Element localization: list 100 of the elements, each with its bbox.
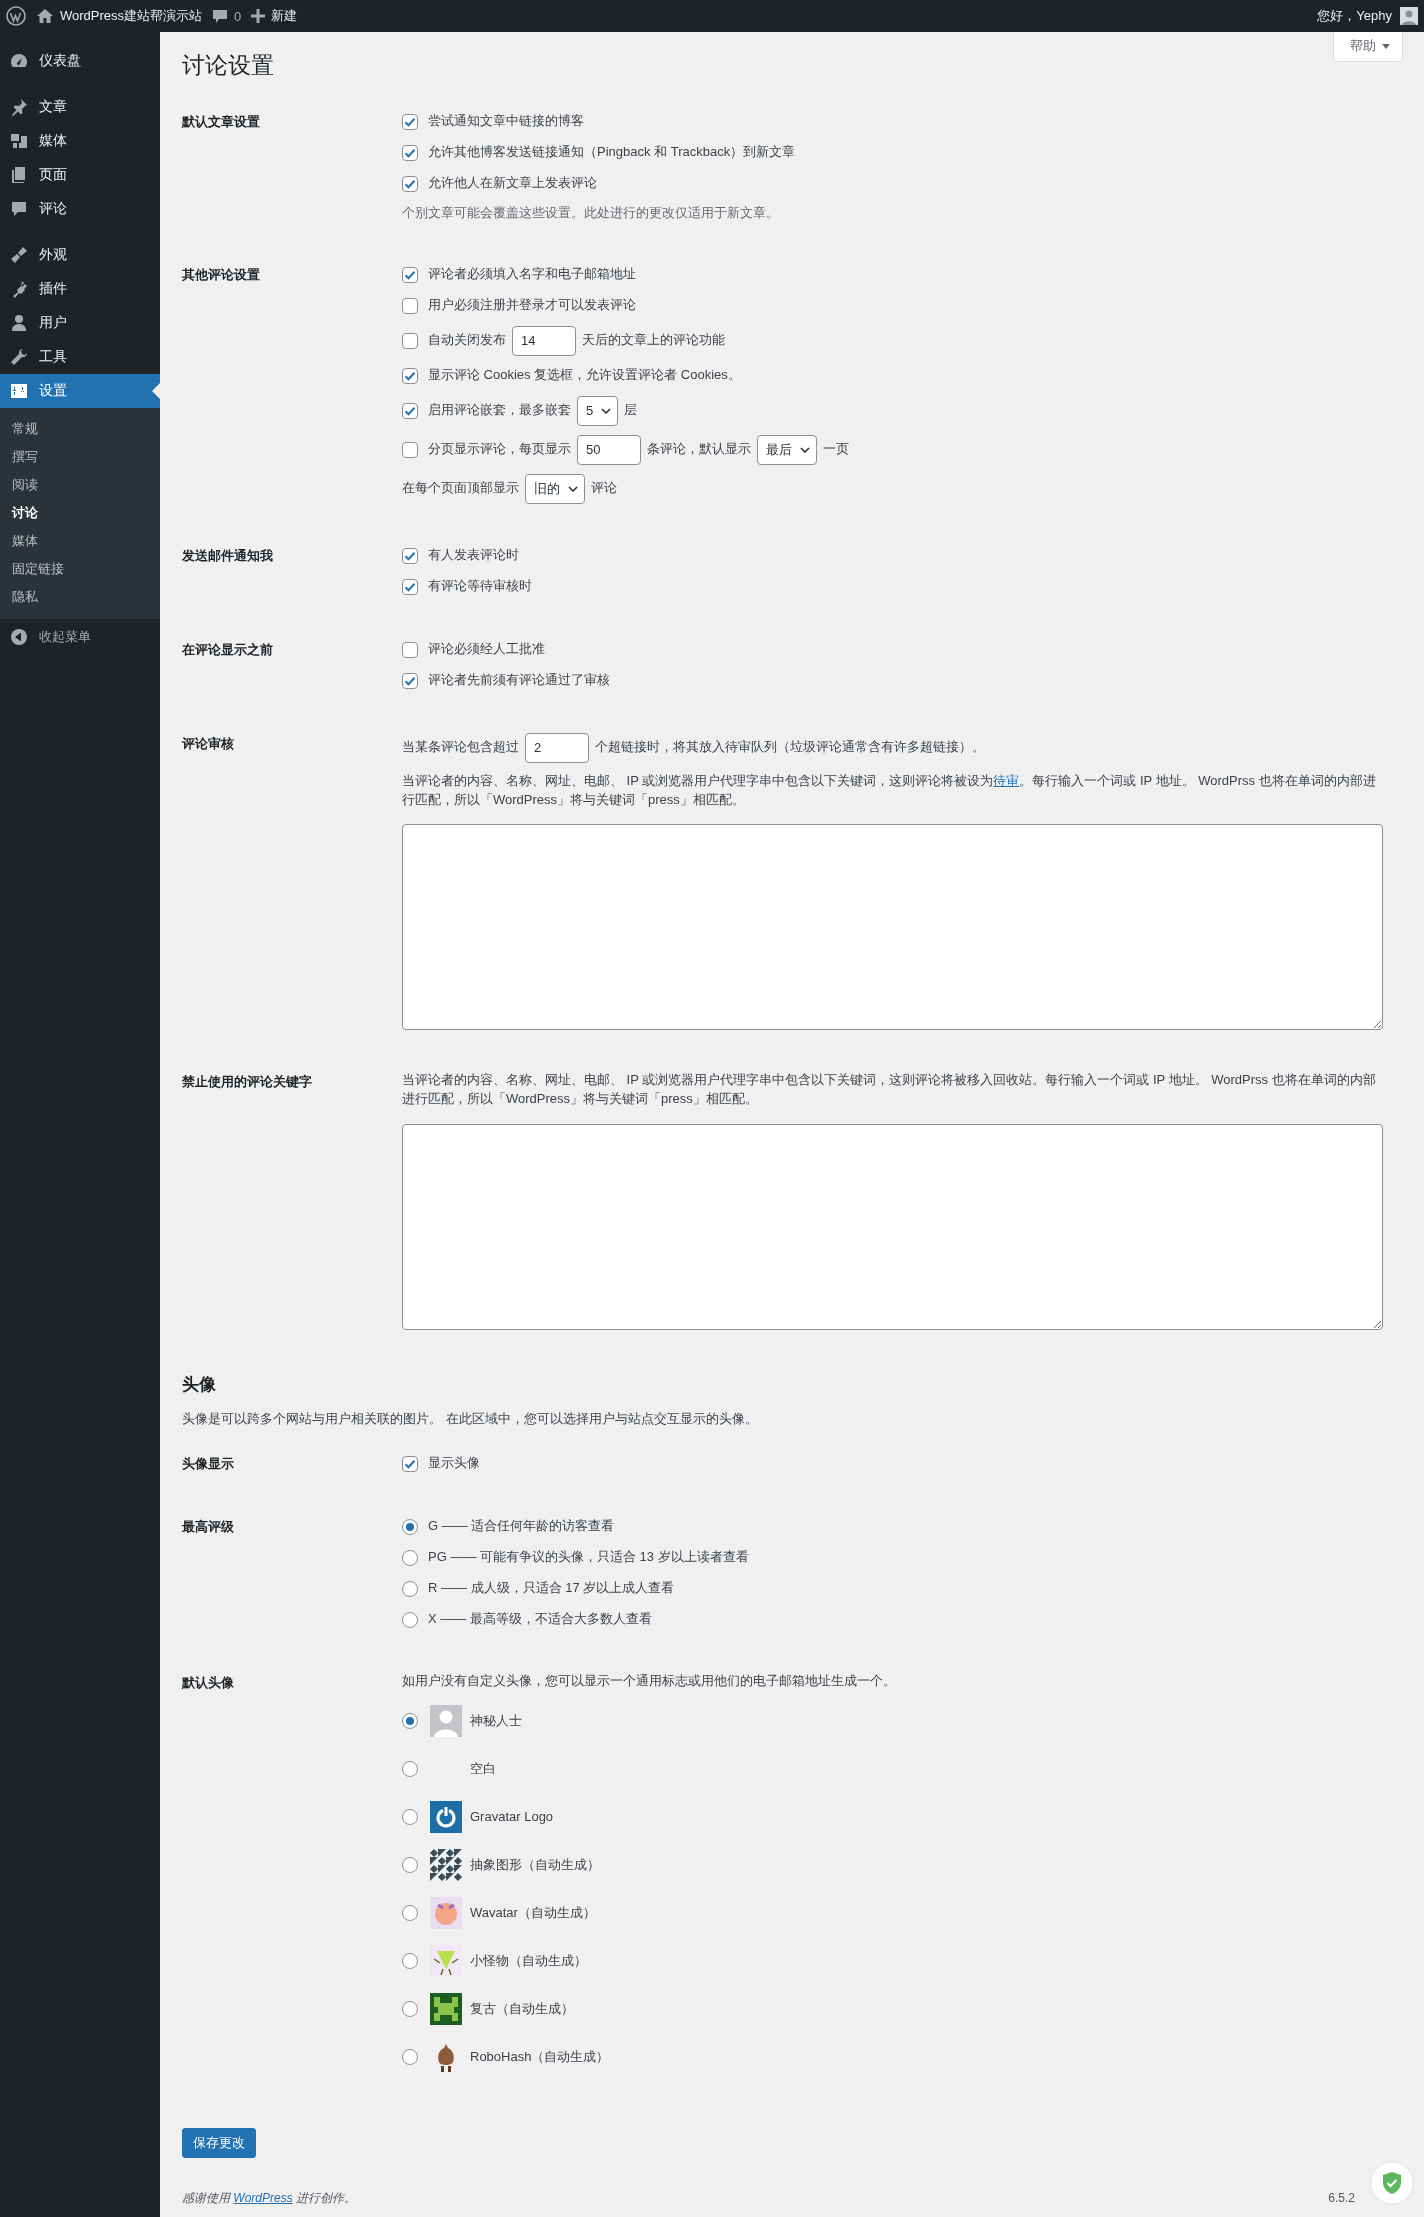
number-field[interactable]: 50 — [577, 434, 641, 465]
avatar-icon[interactable] — [1400, 7, 1418, 25]
description-text: 如用户没有自定义头像，您可以显示一个通用标志或用他们的电子邮箱地址生成一个。 — [402, 1671, 897, 1690]
checkbox-label: 显示评论 Cookies 复选框，允许设置评论者 Cookies。 — [428, 366, 741, 385]
radio-button[interactable] — [402, 2001, 418, 2018]
dropdown[interactable]: 旧的 — [525, 473, 585, 504]
sidebar-item[interactable]: 插件 — [0, 272, 160, 306]
option-text: 个超链接时，将其放入待审队列（垃圾评论通常含有许多超链接）。 — [595, 738, 985, 757]
radio-label: 神秘人士 — [470, 1712, 522, 1730]
checkbox[interactable] — [402, 641, 418, 658]
dropdown[interactable]: 最后 — [757, 434, 817, 465]
checkbox[interactable] — [402, 297, 418, 314]
option-text: 条评论，默认显示 — [647, 440, 751, 459]
option-text: 在每个页面顶部显示 — [402, 479, 519, 498]
checkbox-label: 显示头像 — [428, 1454, 480, 1473]
sidebar-item[interactable]: 用户 — [0, 306, 160, 340]
checkbox[interactable] — [402, 113, 418, 130]
radio-button[interactable] — [402, 1953, 418, 1970]
link[interactable]: 待审 — [993, 772, 1020, 788]
radio-button[interactable] — [402, 1761, 418, 1778]
comment-count[interactable]: 0 — [234, 8, 242, 24]
submenu-item[interactable]: 阅读 — [0, 471, 160, 499]
radio-button[interactable] — [402, 1518, 418, 1535]
checkbox[interactable] — [402, 175, 418, 192]
checkbox-label: 允许其他博客发送链接通知（Pingback 和 Trackback）到新文章 — [428, 143, 796, 162]
field-label: 默认文章设置 — [182, 112, 260, 131]
sidebar-item[interactable]: 工具 — [0, 340, 160, 374]
radio-button[interactable] — [402, 2049, 418, 2066]
sidebar-item[interactable]: 评论 — [0, 192, 160, 226]
sidebar-item[interactable]: 设置 — [0, 374, 160, 408]
radio-label: Gravatar Logo — [470, 1808, 554, 1826]
greeting-link[interactable]: 您好，Yephy — [1317, 7, 1392, 25]
site-name-link[interactable]: WordPress建站帮演示站 — [60, 7, 203, 25]
sidebar-item[interactable]: 外观 — [0, 238, 160, 272]
link[interactable]: WordPress — [233, 2190, 293, 2205]
radio-button[interactable] — [402, 1905, 418, 1922]
save-button[interactable]: 保存更改 — [182, 2128, 256, 2159]
checkbox[interactable] — [402, 441, 418, 458]
new-link[interactable]: 新建 — [271, 7, 298, 25]
comment-icon[interactable] — [212, 8, 229, 24]
radio-label: R —— 成人级，只适合 17 岁以上成人查看 — [428, 1579, 675, 1598]
sidebar-item[interactable]: 页面 — [0, 158, 160, 192]
blob-avatar-icon — [430, 1897, 462, 1930]
checkbox[interactable] — [402, 266, 418, 283]
description-text: 当评论者的内容、名称、网址、电邮、 IP 或浏览器用户代理字串中包含以下关键词，这则评论将被设为待审。每行输入一个词或 IP 地址。 WordPrss 也将在单词的内部进行匹配，所以「WordPress」将与关键词「press」相匹配。 — [402, 771, 1377, 809]
dropdown[interactable]: 5 — [577, 395, 619, 426]
plus-icon[interactable] — [251, 9, 266, 23]
number-field[interactable]: 14 — [512, 325, 576, 356]
number-field[interactable]: 2 — [525, 732, 589, 763]
help-tab[interactable]: 帮助 — [1333, 32, 1403, 62]
submenu-item[interactable]: 讨论 — [0, 499, 160, 527]
pin-icon — [9, 97, 29, 117]
option-text: 天后的文章上的评论功能 — [582, 331, 725, 350]
collapse-menu-link[interactable]: 收起菜单 — [39, 628, 91, 646]
checkbox[interactable] — [402, 672, 418, 689]
wordpress-logo-icon[interactable] — [6, 6, 26, 26]
submenu-item[interactable]: 常规 — [0, 415, 160, 443]
brush-icon — [9, 245, 29, 265]
field-label: 默认头像 — [182, 1673, 234, 1692]
checkbox-label: 有评论等待审核时 — [428, 577, 532, 596]
checkbox[interactable] — [402, 402, 418, 419]
option-text: 启用评论嵌套，最多嵌套 — [428, 401, 571, 420]
submenu-item[interactable]: 隐私 — [0, 583, 160, 611]
sidebar-item[interactable]: 仪表盘 — [0, 44, 160, 78]
radio-button[interactable] — [402, 1713, 418, 1730]
settings-icon — [9, 381, 29, 401]
caret-icon — [601, 407, 612, 414]
caret-icon — [800, 446, 810, 453]
submenu-item[interactable]: 撰写 — [0, 443, 160, 471]
help-text: 个别文章可能会覆盖这些设置。此处进行的更改仅适用于新文章。 — [402, 203, 780, 222]
radio-button[interactable] — [402, 1857, 418, 1874]
checkbox[interactable] — [402, 367, 418, 384]
user-icon — [9, 313, 29, 333]
checkbox[interactable] — [402, 547, 418, 564]
submenu-item[interactable]: 固定链接 — [0, 555, 160, 583]
checkbox-label: 用户必须注册并登录才可以发表评论 — [428, 296, 636, 315]
radio-button[interactable] — [402, 1809, 418, 1826]
home-icon[interactable] — [36, 8, 54, 24]
field-label: 其他评论设置 — [182, 265, 260, 284]
checkbox[interactable] — [402, 578, 418, 595]
radio-button[interactable] — [402, 1611, 418, 1628]
checkbox[interactable] — [402, 332, 418, 349]
collapse-icon[interactable] — [9, 627, 29, 647]
sidebar-item[interactable]: 媒体 — [0, 124, 160, 158]
creature-avatar-icon — [430, 1945, 462, 1978]
field-label: 发送邮件通知我 — [182, 546, 273, 565]
radio-button[interactable] — [402, 1549, 418, 1566]
sidebar-item[interactable]: 文章 — [0, 90, 160, 124]
option-text: 层 — [624, 401, 638, 420]
radio-button[interactable] — [402, 1580, 418, 1597]
checkbox-label: 尝试通知文章中链接的博客 — [428, 112, 584, 131]
checkbox[interactable] — [402, 1455, 418, 1472]
comment-icon — [9, 199, 29, 219]
submenu-item[interactable]: 媒体 — [0, 527, 160, 555]
radio-label: PG —— 可能有争议的头像，只适合 13 岁以上读者查看 — [428, 1548, 749, 1567]
checkbox[interactable] — [402, 144, 418, 161]
field-label: 头像显示 — [182, 1454, 234, 1473]
shield-check-icon[interactable] — [1370, 2161, 1414, 2205]
radio-label: X —— 最高等级，不适合大多数人查看 — [428, 1610, 652, 1629]
checkbox-label: 评论者先前须有评论通过了审核 — [428, 671, 610, 690]
